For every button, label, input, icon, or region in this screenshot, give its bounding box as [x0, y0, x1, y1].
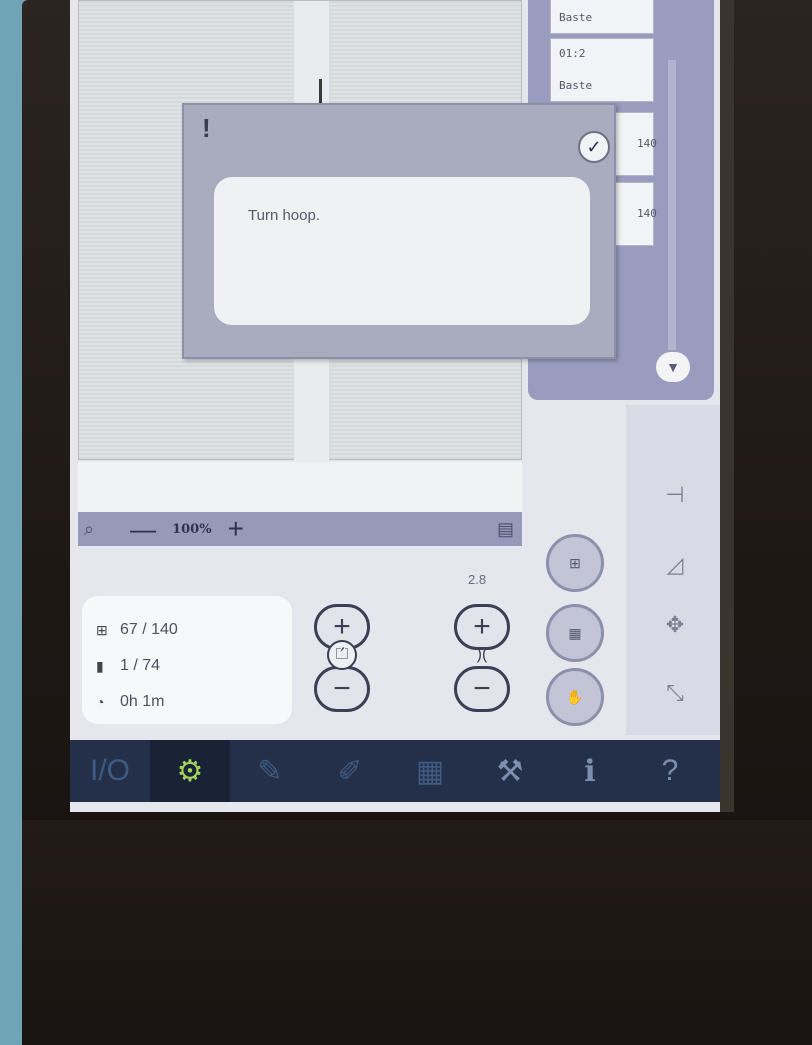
alert-icon: !	[202, 113, 211, 143]
info-icon[interactable]: ℹ	[550, 740, 630, 802]
tension-decrease-button[interactable]: −	[454, 666, 510, 712]
zoom-level: 100%	[172, 521, 212, 537]
touch-screen: Baste 01:2 Baste 140 140 ▼ ⌕ — 100% + ▤ …	[70, 0, 720, 812]
edit-icon[interactable]: ✎	[230, 740, 310, 802]
bottom-toolbar: I/O ⚙ ✎ ✐ ▦ ⚒ ℹ ?	[70, 740, 720, 802]
edit-stitch-icon[interactable]: ✐	[310, 740, 390, 802]
dialog-message-box: Turn hoop.	[214, 177, 590, 325]
needle-position-marker	[319, 79, 322, 103]
speed-decrease-button[interactable]: −	[314, 666, 370, 712]
time-row: ◔ 0h 1m	[96, 684, 278, 720]
printer-icon[interactable]: ▤	[497, 519, 514, 540]
zoom-bar: ⌕ — 100% + ▤	[78, 512, 522, 546]
color-block-list-button[interactable]: ▦	[546, 604, 604, 662]
tension-stepper: + )( −	[454, 604, 512, 716]
resize-icon[interactable]: ⤡	[650, 668, 700, 718]
settings-icon[interactable]: ⚒	[470, 740, 550, 802]
help-icon[interactable]: ?	[630, 740, 710, 802]
clock-icon: ◔	[96, 694, 105, 710]
tension-icon: )(	[476, 646, 488, 663]
chevron-down-icon: ▼	[666, 359, 680, 375]
color-block-count: 1 / 74	[120, 657, 161, 674]
stitch-count: 67 / 140	[120, 621, 178, 638]
io-toggle-icon[interactable]: I/O	[70, 740, 150, 802]
block-label: Baste	[559, 79, 593, 92]
check-icon: ✓	[586, 136, 602, 157]
tension-value: 2.8	[468, 572, 487, 587]
design-block-2[interactable]: 01:2 Baste	[550, 38, 654, 102]
remaining-time: 0h 1m	[120, 693, 165, 710]
move-icon[interactable]: ✥	[650, 600, 700, 650]
hoop-position-button[interactable]: ✋	[546, 668, 604, 726]
speed-stepper: + ⏍ −	[314, 604, 372, 716]
cutwork-icon[interactable]: ◿	[650, 540, 700, 590]
canvas-footer	[78, 462, 522, 512]
design-button[interactable]: ⊞	[546, 534, 604, 592]
hand-icon: ✋	[566, 688, 584, 705]
dialog-message: Turn hoop.	[248, 207, 320, 224]
zoom-in-button[interactable]: +	[228, 513, 244, 545]
confirm-button[interactable]: ✓	[578, 131, 610, 163]
stitch-info-card: ⊞ 67 / 140 ▮ 1 / 74 ◔ 0h 1m	[82, 596, 292, 724]
color-block-icon: ▮	[96, 657, 104, 674]
stitch-icon: ⊞	[96, 621, 108, 638]
color-block-row: ▮ 1 / 74	[96, 648, 278, 684]
design-block-1[interactable]: Baste	[550, 0, 654, 34]
presser-foot-icon: ⏍	[327, 640, 357, 670]
design-icon: ⊞	[569, 554, 581, 571]
baste-icon[interactable]: ⊣	[650, 470, 700, 520]
scroll-down-button[interactable]: ▼	[656, 352, 690, 382]
panel-scrollbar[interactable]	[668, 60, 676, 350]
block-label: Baste	[559, 11, 593, 24]
block-label: 01:2	[559, 47, 586, 60]
stitch-count-row: ⊞ 67 / 140	[96, 612, 278, 648]
screen-edge	[720, 0, 734, 812]
zoom-area-icon[interactable]: ⌕	[84, 519, 94, 540]
block-label: 140	[637, 207, 657, 220]
block-label: 140	[637, 137, 657, 150]
embroidery-stitch-out-icon[interactable]: ⚙	[150, 740, 230, 802]
grid-icon: ▦	[568, 624, 582, 641]
turn-hoop-dialog: ! ✓ Turn hoop.	[182, 103, 616, 359]
library-icon[interactable]: ▦	[390, 740, 470, 802]
zoom-out-button[interactable]: —	[130, 514, 156, 545]
machine-body	[22, 820, 812, 1045]
